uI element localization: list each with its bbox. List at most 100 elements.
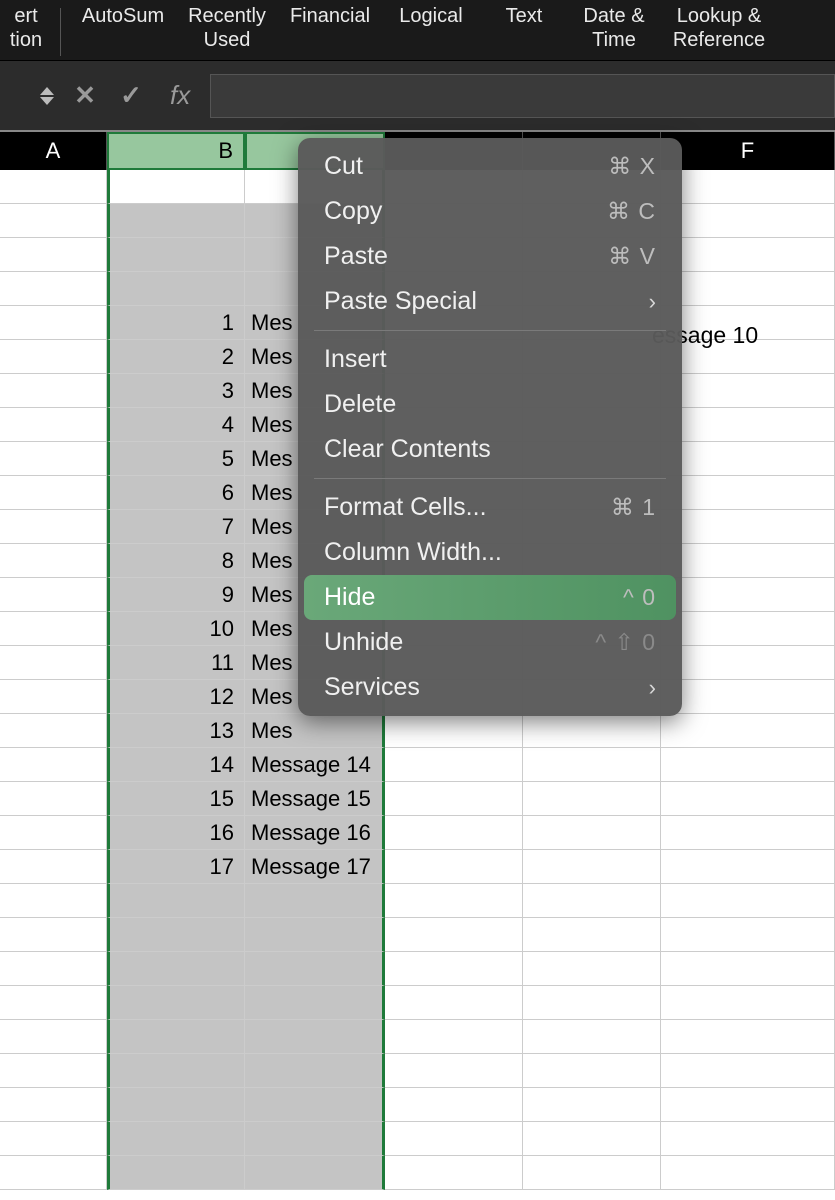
cell[interactable] — [661, 408, 835, 442]
cell[interactable]: 7 — [107, 510, 245, 544]
cell[interactable] — [523, 748, 661, 782]
cell[interactable]: Message 16 — [245, 816, 385, 850]
cell[interactable] — [385, 1156, 523, 1190]
cell[interactable] — [661, 238, 835, 272]
cell[interactable] — [245, 1054, 385, 1088]
ribbon-button[interactable]: Text — [479, 4, 569, 28]
cell[interactable] — [661, 476, 835, 510]
cell[interactable] — [523, 918, 661, 952]
cell[interactable] — [0, 816, 107, 850]
cell[interactable] — [0, 612, 107, 646]
cell[interactable] — [661, 1156, 835, 1190]
cell[interactable] — [385, 1088, 523, 1122]
cell[interactable] — [661, 918, 835, 952]
cell[interactable] — [661, 816, 835, 850]
cell[interactable] — [661, 884, 835, 918]
cell[interactable] — [0, 748, 107, 782]
cell[interactable] — [385, 748, 523, 782]
cell[interactable] — [245, 1020, 385, 1054]
cell[interactable]: 4 — [107, 408, 245, 442]
cell[interactable] — [245, 986, 385, 1020]
ribbon-button[interactable]: Lookup & Reference — [659, 4, 779, 52]
cell[interactable] — [0, 340, 107, 374]
menu-item-copy[interactable]: Copy⌘ C — [304, 189, 676, 234]
cell[interactable] — [0, 408, 107, 442]
menu-item-insert[interactable]: Insert — [304, 337, 676, 382]
cell[interactable] — [0, 1054, 107, 1088]
menu-item-delete[interactable]: Delete — [304, 382, 676, 427]
cell[interactable] — [107, 1054, 245, 1088]
ribbon-button[interactable]: Financial — [277, 4, 383, 28]
cell[interactable]: 3 — [107, 374, 245, 408]
cell[interactable] — [0, 714, 107, 748]
menu-item-cut[interactable]: Cut⌘ X — [304, 144, 676, 189]
cell[interactable]: 16 — [107, 816, 245, 850]
cell[interactable]: 17 — [107, 850, 245, 884]
cell[interactable] — [107, 204, 245, 238]
cell[interactable] — [523, 1054, 661, 1088]
cell[interactable] — [661, 578, 835, 612]
cell[interactable] — [245, 952, 385, 986]
cell[interactable] — [661, 510, 835, 544]
menu-item-hide[interactable]: Hide^ 0 — [304, 575, 676, 620]
menu-item-services[interactable]: Services› — [304, 665, 676, 710]
cell[interactable] — [523, 714, 661, 748]
cell[interactable] — [0, 1020, 107, 1054]
menu-item-column-width[interactable]: Column Width... — [304, 530, 676, 575]
cell[interactable] — [107, 1122, 245, 1156]
cell[interactable] — [0, 272, 107, 306]
formula-input[interactable] — [210, 74, 835, 118]
cell[interactable] — [0, 850, 107, 884]
cell[interactable] — [661, 1122, 835, 1156]
cell[interactable]: 11 — [107, 646, 245, 680]
cell[interactable] — [523, 986, 661, 1020]
ribbon-button[interactable]: Recently Used — [177, 4, 277, 52]
menu-item-format-cells[interactable]: Format Cells...⌘ 1 — [304, 485, 676, 530]
cell[interactable] — [661, 1088, 835, 1122]
cell[interactable] — [0, 578, 107, 612]
cell[interactable] — [0, 646, 107, 680]
cell[interactable]: Message 17 — [245, 850, 385, 884]
cell[interactable] — [0, 782, 107, 816]
cell[interactable] — [0, 306, 107, 340]
cell[interactable]: 13 — [107, 714, 245, 748]
cell[interactable] — [385, 1054, 523, 1088]
cell[interactable] — [0, 510, 107, 544]
cell[interactable]: Message 14 — [245, 748, 385, 782]
cell[interactable] — [385, 1122, 523, 1156]
cell[interactable] — [107, 170, 245, 204]
column-header-b[interactable]: B — [107, 132, 245, 170]
cell[interactable] — [661, 374, 835, 408]
cell[interactable] — [107, 952, 245, 986]
ribbon-button[interactable]: Date & Time — [569, 4, 659, 52]
cell[interactable] — [661, 204, 835, 238]
cell[interactable] — [661, 1054, 835, 1088]
cell[interactable] — [523, 850, 661, 884]
cell[interactable] — [661, 748, 835, 782]
cell[interactable] — [385, 816, 523, 850]
cell[interactable] — [385, 782, 523, 816]
cell[interactable]: 14 — [107, 748, 245, 782]
cell[interactable] — [523, 782, 661, 816]
cell[interactable] — [107, 884, 245, 918]
cell[interactable] — [661, 612, 835, 646]
cell[interactable]: 10 — [107, 612, 245, 646]
ribbon-button[interactable]: ert tion — [0, 4, 52, 52]
cell[interactable] — [107, 1020, 245, 1054]
cell[interactable] — [661, 646, 835, 680]
cell[interactable]: Mes — [245, 714, 385, 748]
menu-item-paste[interactable]: Paste⌘ V — [304, 234, 676, 279]
cell[interactable] — [523, 1156, 661, 1190]
fx-label[interactable]: fx — [170, 80, 190, 111]
column-header-f[interactable]: F — [661, 132, 835, 170]
cell[interactable]: 2 — [107, 340, 245, 374]
cell[interactable] — [107, 1088, 245, 1122]
cell[interactable] — [523, 1020, 661, 1054]
cell[interactable] — [385, 986, 523, 1020]
cell[interactable] — [661, 714, 835, 748]
cell[interactable] — [0, 1156, 107, 1190]
cell[interactable] — [385, 952, 523, 986]
cell[interactable] — [523, 1088, 661, 1122]
cell[interactable] — [661, 680, 835, 714]
cell[interactable] — [0, 680, 107, 714]
